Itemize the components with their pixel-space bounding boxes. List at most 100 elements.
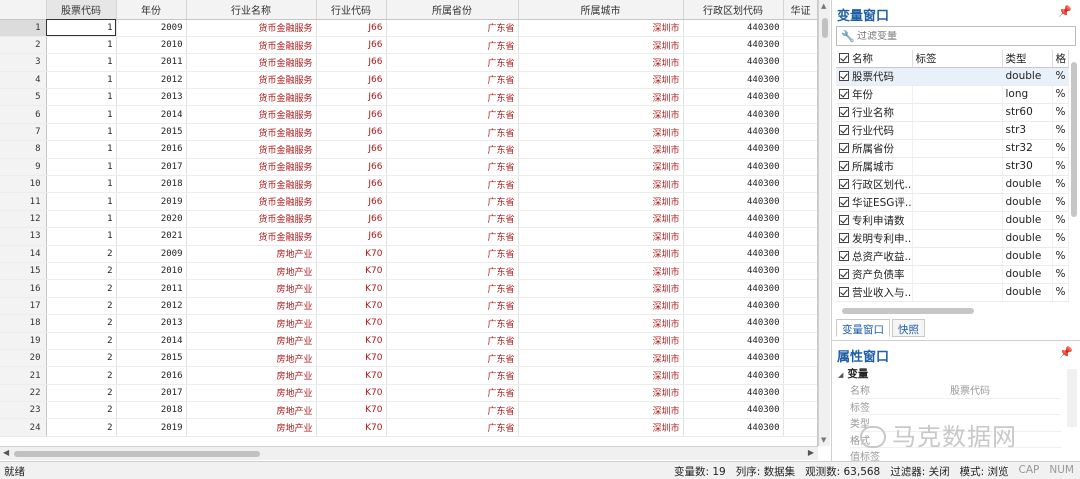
table-cell[interactable]: 房地产业 — [186, 297, 317, 316]
table-cell[interactable]: J66 — [316, 19, 387, 37]
grid-vertical-scrollbar[interactable]: ▲ ▼ — [818, 0, 830, 446]
scroll-right-arrow-icon[interactable]: ▶ — [808, 448, 814, 457]
table-cell[interactable]: 440300 — [683, 19, 784, 37]
table-cell[interactable]: 广东省 — [386, 158, 519, 177]
table-cell[interactable]: J66 — [316, 227, 387, 246]
table-cell[interactable]: 440300 — [683, 245, 784, 263]
table-cell[interactable]: J66 — [316, 36, 387, 55]
filter-variables-input[interactable] — [857, 30, 1057, 42]
table-cell[interactable]: 440300 — [683, 53, 784, 72]
table-cell[interactable]: 广东省 — [386, 366, 519, 385]
table-cell[interactable]: 广东省 — [386, 53, 519, 72]
variables-header-type[interactable]: 类型 — [1002, 50, 1053, 68]
row-number[interactable]: 24 — [0, 418, 47, 437]
variable-label-cell[interactable] — [912, 211, 1003, 230]
table-cell[interactable]: 深圳市 — [518, 192, 684, 211]
table-cell[interactable]: 2020 — [116, 210, 187, 229]
table-cell[interactable]: 广东省 — [386, 418, 519, 437]
table-cell[interactable]: 2 — [46, 349, 117, 368]
table-cell[interactable]: 货币金融服务 — [186, 175, 317, 194]
variable-label-cell[interactable] — [912, 85, 1003, 104]
table-cell[interactable]: 2 — [46, 366, 117, 385]
tab-snapshot[interactable]: 快照 — [892, 319, 925, 337]
table-cell[interactable]: 440300 — [683, 140, 784, 159]
table-cell[interactable]: 深圳市 — [518, 279, 684, 298]
table-cell[interactable]: 广东省 — [386, 297, 519, 316]
row-number[interactable]: 19 — [0, 332, 47, 350]
table-cell[interactable]: 2 — [46, 332, 117, 350]
table-cell[interactable]: J66 — [316, 192, 387, 211]
row-number[interactable]: 4 — [0, 71, 47, 90]
variables-vertical-scrollbar[interactable] — [1071, 62, 1077, 217]
column-header[interactable]: 行政区划代码 — [683, 0, 784, 20]
table-cell[interactable]: J66 — [316, 53, 387, 72]
table-cell[interactable]: 广东省 — [386, 210, 519, 229]
table-cell[interactable]: 货币金融服务 — [186, 19, 317, 37]
table-cell[interactable]: J66 — [316, 71, 387, 90]
table-cell[interactable]: 440300 — [683, 366, 784, 385]
variable-name-cell[interactable]: 总资产收益... — [836, 247, 913, 266]
table-cell[interactable]: 货币金融服务 — [186, 71, 317, 90]
column-header[interactable]: 行业代码 — [316, 0, 387, 20]
row-number[interactable]: 9 — [0, 158, 47, 177]
table-cell[interactable]: 房地产业 — [186, 332, 317, 350]
table-cell[interactable]: 1 — [46, 88, 117, 107]
variable-row[interactable]: 资产负债率 double% — [836, 265, 1069, 284]
table-cell[interactable]: 1 — [46, 192, 117, 211]
table-cell[interactable]: 广东省 — [386, 19, 519, 37]
row-number[interactable]: 20 — [0, 349, 47, 368]
table-cell[interactable]: 货币金融服务 — [186, 158, 317, 177]
variable-row[interactable]: 华证ESG评... double% — [836, 193, 1069, 212]
variable-checkbox[interactable] — [839, 88, 849, 99]
variable-name-cell[interactable]: 营业收入与... — [836, 283, 913, 302]
table-row[interactable]: 9 1 2017 货币金融服务 J66 广东省 深圳市 440300 — [0, 158, 817, 177]
table-cell[interactable]: 440300 — [683, 227, 784, 246]
variable-row[interactable]: 行业名称 str60% — [836, 103, 1069, 122]
table-cell[interactable]: 深圳市 — [518, 19, 684, 37]
table-cell[interactable]: 房地产业 — [186, 384, 317, 403]
table-cell[interactable]: 2019 — [116, 418, 187, 437]
table-cell[interactable]: 深圳市 — [518, 384, 684, 403]
table-cell[interactable]: K70 — [316, 314, 387, 333]
variable-label-cell[interactable] — [912, 157, 1003, 176]
variable-name-cell[interactable]: 发明专利申... — [836, 229, 913, 248]
table-cell[interactable]: 2014 — [116, 332, 187, 350]
table-cell[interactable]: 440300 — [683, 123, 784, 142]
variable-checkbox[interactable] — [839, 124, 849, 135]
table-cell[interactable]: 深圳市 — [518, 262, 684, 281]
table-cell[interactable]: 深圳市 — [518, 401, 684, 420]
variables-header-label[interactable]: 标签 — [912, 50, 1003, 68]
table-cell[interactable]: J66 — [316, 88, 387, 107]
table-cell[interactable]: 440300 — [683, 88, 784, 107]
table-row[interactable]: 22 2 2017 房地产业 K70 广东省 深圳市 440300 — [0, 384, 817, 403]
variable-name-cell[interactable]: 年份 — [836, 85, 913, 104]
table-cell[interactable]: 广东省 — [386, 384, 519, 403]
table-cell[interactable]: 货币金融服务 — [186, 105, 317, 124]
table-cell[interactable]: 房地产业 — [186, 262, 317, 281]
table-cell[interactable]: 440300 — [683, 384, 784, 403]
variable-checkbox[interactable] — [839, 142, 849, 153]
table-cell[interactable]: 2021 — [116, 227, 187, 246]
table-cell-overflow[interactable] — [783, 332, 817, 350]
table-row[interactable]: 15 2 2010 房地产业 K70 广东省 深圳市 440300 — [0, 262, 817, 281]
table-row[interactable]: 7 1 2015 货币金融服务 J66 广东省 深圳市 440300 — [0, 123, 817, 142]
variable-label-cell[interactable] — [912, 193, 1003, 212]
table-cell[interactable]: 1 — [46, 19, 117, 37]
table-cell[interactable]: J66 — [316, 105, 387, 124]
table-cell[interactable]: 房地产业 — [186, 418, 317, 437]
row-number[interactable]: 18 — [0, 314, 47, 333]
table-cell[interactable]: 2011 — [116, 53, 187, 72]
table-cell[interactable]: K70 — [316, 297, 387, 316]
table-cell[interactable]: 广东省 — [386, 88, 519, 107]
scroll-left-arrow-icon[interactable]: ◀ — [3, 448, 9, 457]
variable-name-cell[interactable]: 行政区划代... — [836, 175, 913, 194]
table-cell[interactable]: K70 — [316, 384, 387, 403]
row-number[interactable]: 22 — [0, 384, 47, 403]
table-cell[interactable]: 房地产业 — [186, 366, 317, 385]
variable-checkbox[interactable] — [839, 250, 849, 261]
variable-checkbox[interactable] — [839, 232, 849, 243]
variable-checkbox[interactable] — [839, 268, 849, 279]
table-cell[interactable]: 2010 — [116, 262, 187, 281]
table-cell[interactable]: 440300 — [683, 210, 784, 229]
table-cell-overflow[interactable] — [783, 262, 817, 281]
